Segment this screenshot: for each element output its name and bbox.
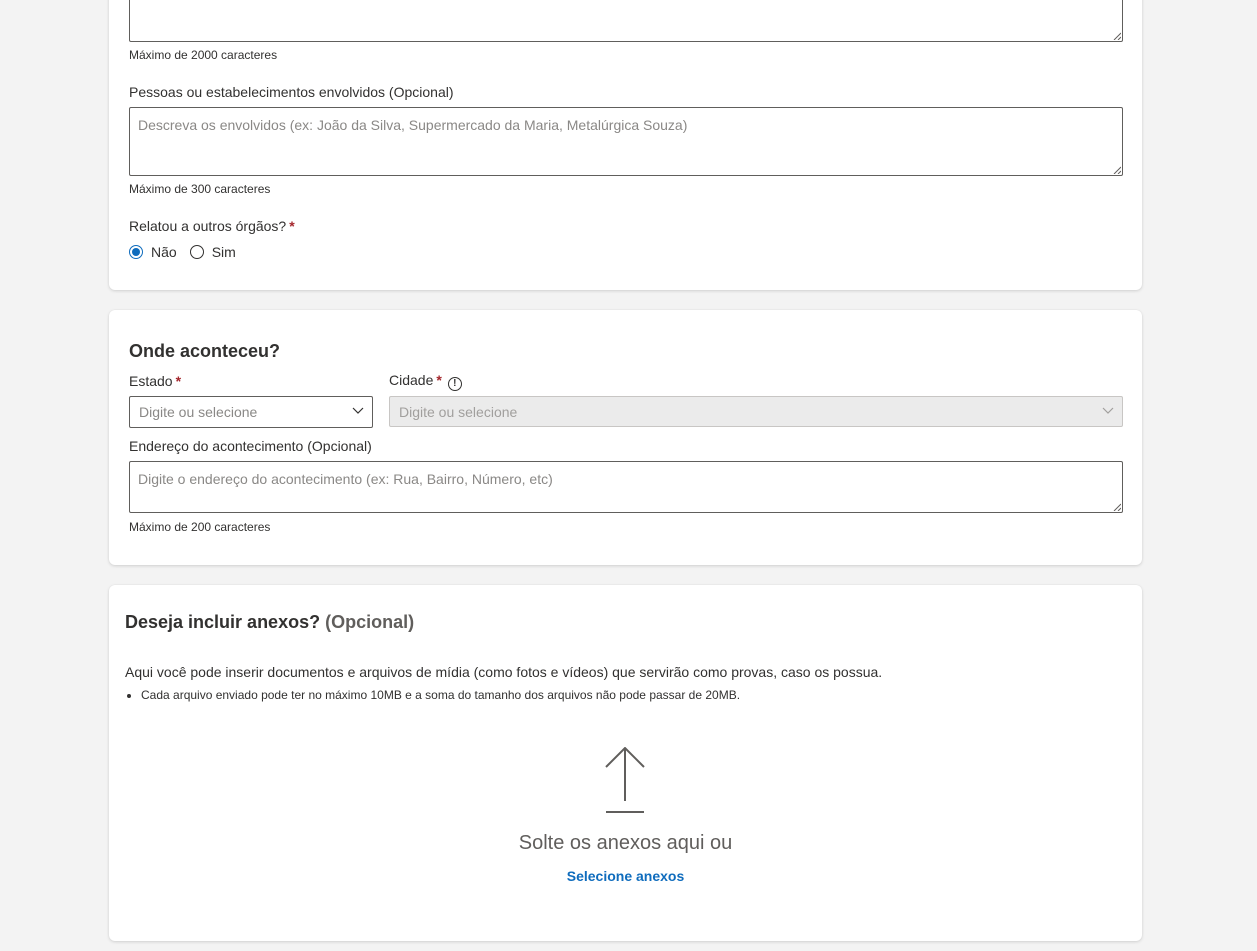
drop-text: Solte os anexos aqui ou xyxy=(518,832,733,854)
city-label-text: Cidade xyxy=(389,372,434,388)
address-textarea[interactable]: Digite o endereço do acontecimento (ex: … xyxy=(129,461,1123,513)
attachments-title: Deseja incluir anexos? (Opcional) xyxy=(125,612,414,633)
where-title: Onde aconteceu? xyxy=(129,341,281,361)
resize-grip-icon[interactable] xyxy=(1113,503,1121,511)
description-textarea[interactable] xyxy=(129,0,1123,42)
state-label-text: Estado xyxy=(129,373,173,389)
description-hint: Máximo de 2000 caracteres xyxy=(129,48,278,62)
info-icon[interactable]: ! xyxy=(447,377,462,391)
attachments-rules: Cada arquivo enviado pode ter no máximo … xyxy=(125,688,740,702)
address-hint: Máximo de 200 caracteres xyxy=(129,520,271,534)
select-link-wrap: Selecione anexos xyxy=(109,868,1142,886)
reported-label-text: Relatou a outros órgãos? xyxy=(129,218,287,234)
radio-sim[interactable] xyxy=(189,245,204,259)
chevron-down-icon[interactable] xyxy=(352,407,364,415)
radio-sim-label[interactable]: Sim xyxy=(212,244,236,260)
address-placeholder: Digite o endereço do acontecimento (ex: … xyxy=(138,471,553,487)
select-attachments-link[interactable]: Selecione anexos xyxy=(567,868,685,884)
address-label: Endereço do acontecimento (Opcional) xyxy=(129,438,372,454)
attachments-title-text: Deseja incluir anexos? xyxy=(125,612,321,632)
city-placeholder: Digite ou selecione xyxy=(399,404,518,420)
attachments-rule-item: Cada arquivo enviado pode ter no máximo … xyxy=(141,688,740,702)
involved-placeholder: Descreva os envolvidos (ex: João da Silv… xyxy=(138,117,688,133)
city-combobox[interactable]: Digite ou selecione xyxy=(389,396,1123,427)
city-label: Cidade *! xyxy=(389,372,462,391)
upload-arrow-icon xyxy=(605,747,645,813)
involved-hint: Máximo de 300 caracteres xyxy=(129,182,271,196)
attachments-card: Deseja incluir anexos? (Opcional) Aqui v… xyxy=(109,585,1142,941)
required-mark: * xyxy=(289,218,295,234)
state-placeholder: Digite ou selecione xyxy=(139,404,258,420)
reported-radio-group: Não Sim xyxy=(129,244,236,260)
chevron-down-icon xyxy=(1102,407,1114,414)
reported-label: Relatou a outros órgãos? * xyxy=(129,218,295,234)
required-mark: * xyxy=(436,372,442,388)
radio-nao[interactable] xyxy=(129,245,143,259)
details-card: Máximo de 2000 caracteres Pessoas ou est… xyxy=(109,0,1142,290)
where-card: Onde aconteceu? Estado * Digite ou seleci… xyxy=(109,310,1142,565)
state-combobox[interactable]: Digite ou selecione xyxy=(129,396,373,428)
involved-label: Pessoas ou estabelecimentos envolvidos (… xyxy=(129,84,454,100)
state-label: Estado * xyxy=(129,373,181,389)
involved-textarea[interactable]: Descreva os envolvidos (ex: João da Silv… xyxy=(129,107,1123,176)
required-mark: * xyxy=(175,373,182,389)
drop-zone[interactable]: Solte os anexos aqui ou Selecione anexos xyxy=(109,740,1142,890)
resize-grip-icon[interactable] xyxy=(1113,32,1121,40)
attachments-title-optional: (Opcional) xyxy=(325,612,415,632)
radio-nao-label[interactable]: Não xyxy=(151,244,177,260)
attachments-description: Aqui você pode inserir documentos e arqu… xyxy=(125,664,883,680)
resize-grip-icon[interactable] xyxy=(1113,166,1121,174)
